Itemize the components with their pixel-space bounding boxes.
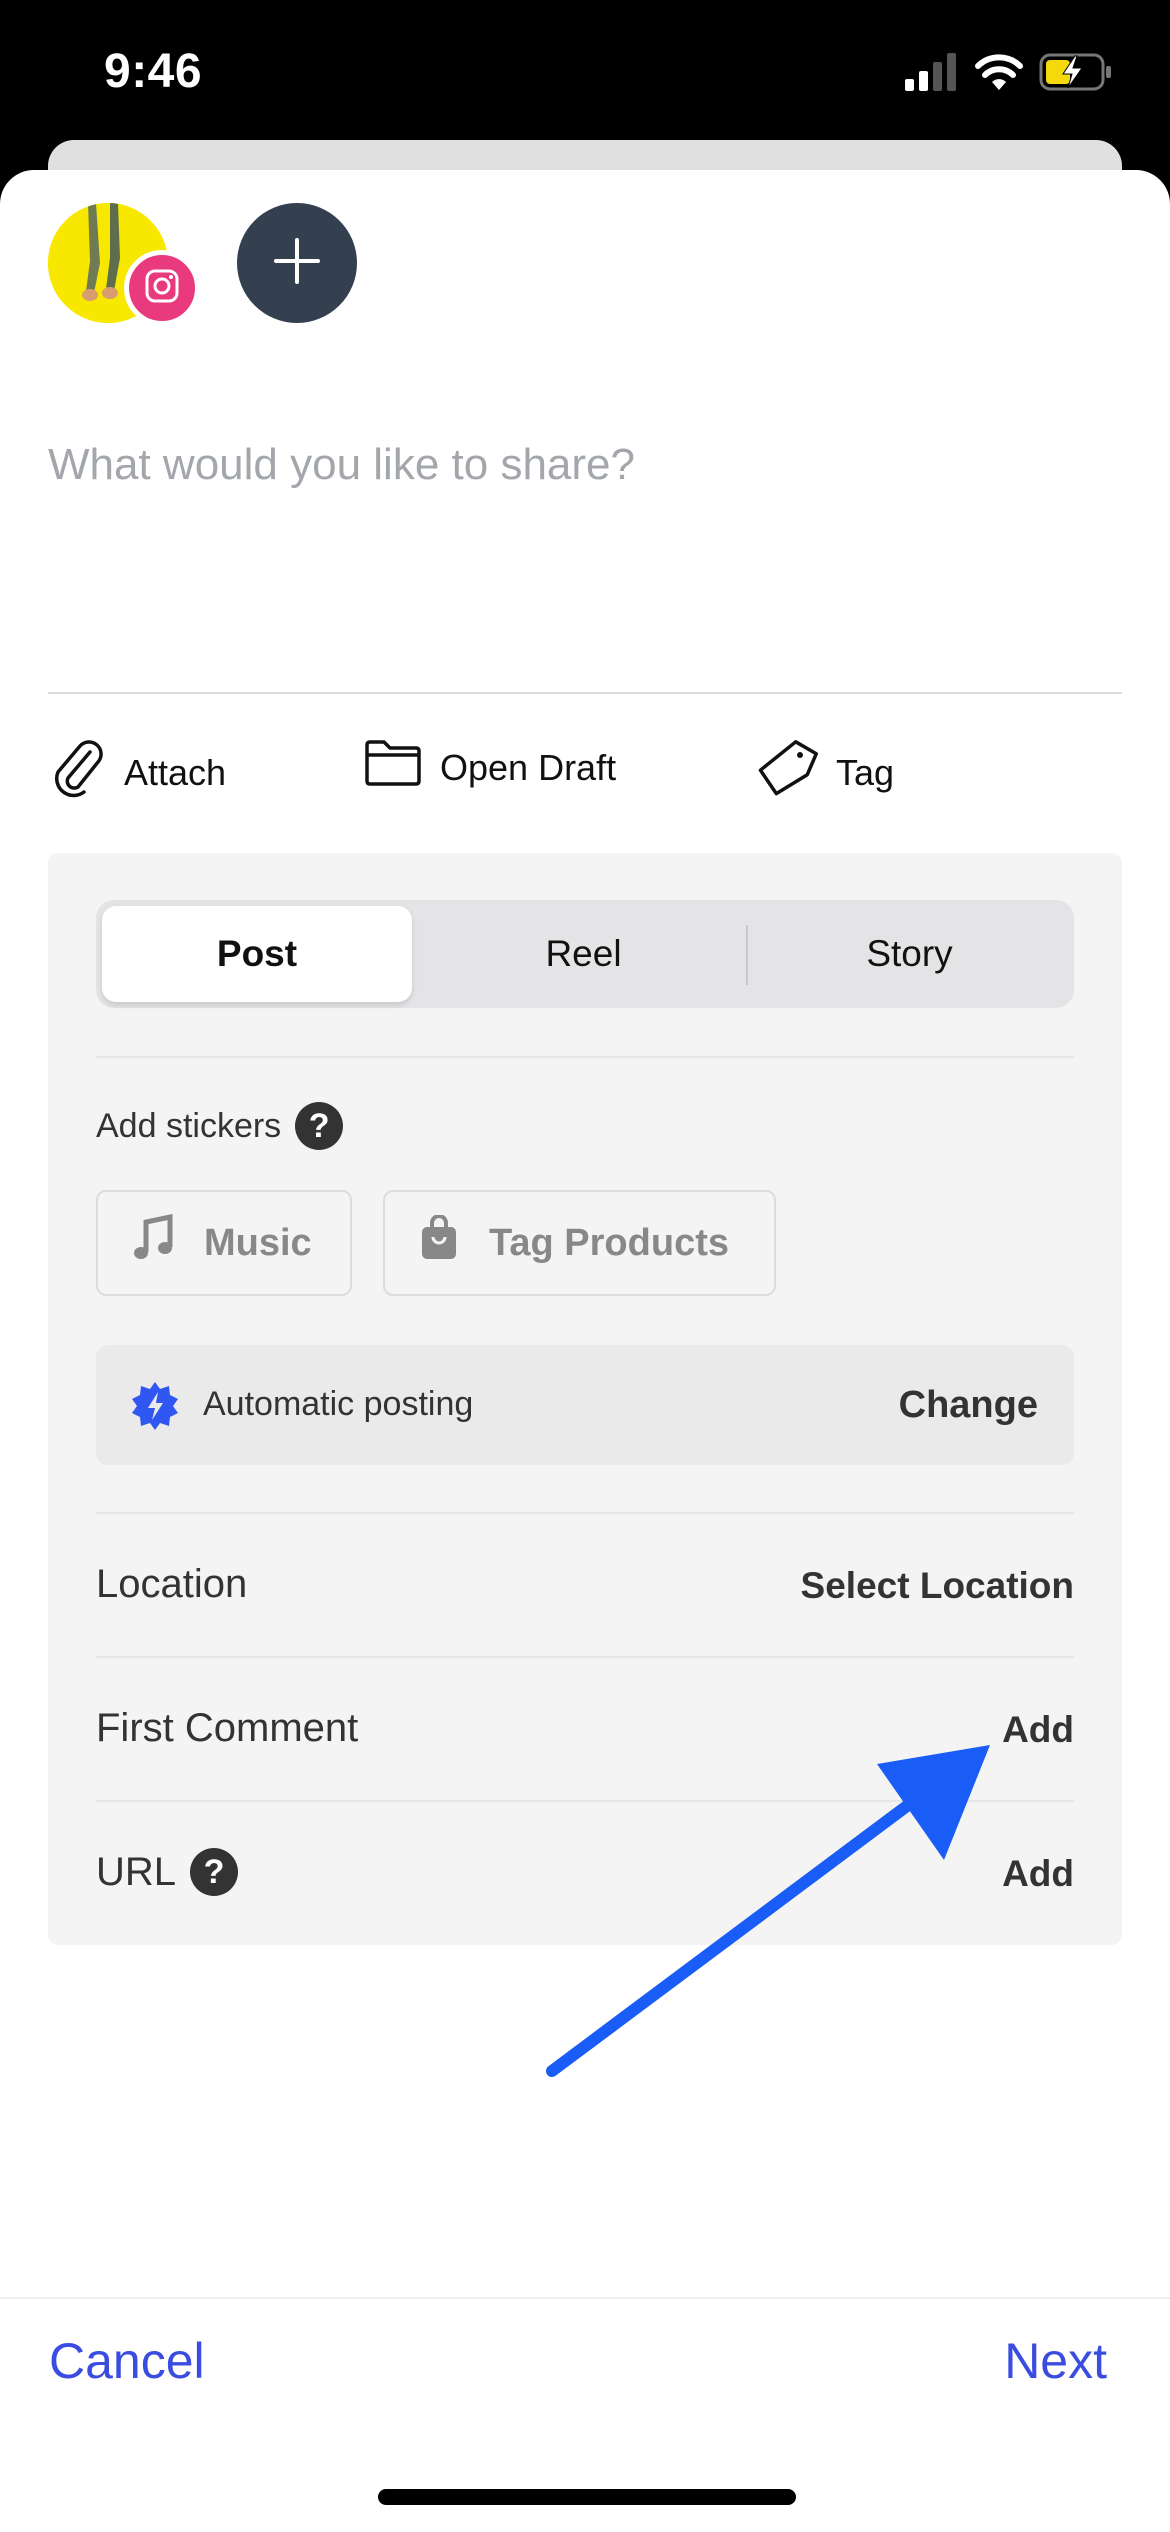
divider — [96, 1512, 1074, 1514]
add-first-comment-button[interactable]: Add — [1002, 1709, 1074, 1751]
music-label: Music — [204, 1221, 312, 1264]
attach-button[interactable]: Attach — [50, 735, 226, 810]
instagram-badge — [124, 250, 200, 326]
open-draft-button[interactable]: Open Draft — [364, 730, 616, 805]
first-comment-label: First Comment — [96, 1706, 359, 1750]
cancel-button[interactable]: Cancel — [49, 2332, 205, 2390]
gear-lightning-icon — [130, 1380, 180, 1437]
publishing-mode-box: Automatic posting Change — [96, 1345, 1074, 1465]
music-sticker-button[interactable]: Music — [96, 1190, 352, 1296]
tab-post[interactable]: Post — [102, 906, 412, 1002]
next-button[interactable]: Next — [1004, 2332, 1107, 2390]
status-time: 9:46 — [104, 45, 203, 98]
select-location-button[interactable]: Select Location — [801, 1565, 1074, 1607]
url-row-header: URL ? — [96, 1848, 239, 1896]
tag-label: Tag — [836, 751, 895, 793]
battery-charging-icon — [1039, 52, 1113, 97]
tag-icon — [758, 738, 819, 807]
location-label: Location — [96, 1562, 248, 1606]
add-stickers-label: Add stickers — [96, 1106, 282, 1145]
divider — [96, 1056, 1074, 1058]
tag-products-label: Tag Products — [489, 1221, 729, 1264]
home-indicator — [378, 2489, 796, 2505]
status-icons — [905, 52, 1113, 96]
shopping-bag-icon — [419, 1214, 459, 1271]
segment-separator — [746, 925, 748, 985]
attach-label: Attach — [124, 751, 227, 793]
divider — [48, 692, 1122, 694]
divider — [96, 1800, 1074, 1802]
post-text-input[interactable] — [48, 440, 1122, 690]
open-draft-label: Open Draft — [440, 746, 617, 788]
add-url-button[interactable]: Add — [1002, 1853, 1074, 1895]
music-note-icon — [132, 1213, 174, 1272]
url-label: URL — [96, 1849, 177, 1894]
cellular-signal-icon — [905, 52, 959, 96]
tab-reel-label: Reel — [545, 933, 622, 974]
question-mark-icon[interactable]: ? — [295, 1102, 344, 1150]
tag-products-sticker-button[interactable]: Tag Products — [383, 1190, 776, 1296]
post-type-selector: Post Reel Story — [96, 900, 1074, 1008]
instagram-icon — [144, 268, 180, 309]
tab-post-label: Post — [216, 933, 298, 974]
add-stickers-header: Add stickers ? — [96, 1102, 344, 1150]
tab-story[interactable]: Story — [751, 906, 1068, 1002]
footer-divider — [0, 2297, 1170, 2299]
divider — [96, 1656, 1074, 1658]
tag-button[interactable]: Tag — [758, 735, 894, 810]
paperclip-icon — [50, 738, 106, 807]
tab-reel[interactable]: Reel — [426, 906, 741, 1002]
tab-story-label: Story — [866, 933, 953, 974]
add-account-button[interactable] — [237, 203, 357, 323]
plus-icon — [274, 237, 320, 289]
change-publishing-button[interactable]: Change — [899, 1384, 1038, 1427]
question-mark-icon[interactable]: ? — [190, 1848, 239, 1896]
folder-icon — [364, 739, 422, 796]
wifi-icon — [975, 53, 1023, 96]
publishing-mode-label: Automatic posting — [203, 1385, 474, 1423]
